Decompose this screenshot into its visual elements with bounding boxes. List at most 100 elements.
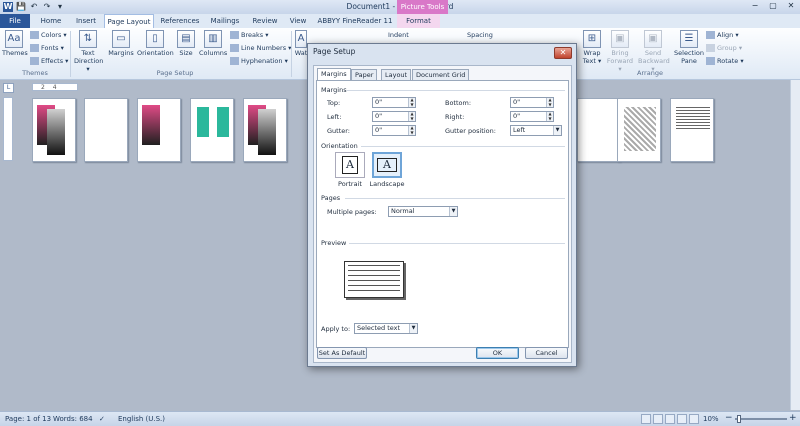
tab-file[interactable]: File: [0, 14, 30, 28]
right-margin-input[interactable]: 0" ▲ ▼: [510, 111, 554, 122]
spin-arrows-icon[interactable]: ▲ ▼: [408, 111, 415, 121]
tab-selector[interactable]: L: [3, 83, 14, 93]
landscape-option[interactable]: A: [372, 152, 402, 178]
fonts-icon: [30, 44, 39, 52]
page-setup-group-label: Page Setup: [156, 69, 194, 77]
gutter-input[interactable]: 0" ▲ ▼: [372, 125, 416, 136]
cancel-button[interactable]: Cancel: [525, 347, 568, 359]
zoom-level[interactable]: 10%: [703, 415, 719, 423]
spin-arrows-icon[interactable]: ▲ ▼: [546, 97, 553, 107]
page-thumbnail[interactable]: [577, 98, 621, 162]
zoom-slider[interactable]: [735, 418, 787, 420]
page-thumbnail[interactable]: [137, 98, 181, 162]
bring-forward-button[interactable]: ▣ Bring Forward ▾: [606, 30, 634, 73]
picture-tools-context-title: Picture Tools: [397, 0, 448, 14]
vertical-scrollbar[interactable]: [790, 80, 800, 410]
apply-to-select[interactable]: Selected text ▼: [354, 323, 418, 334]
page-thumbnail[interactable]: [84, 98, 128, 162]
page-thumbnail[interactable]: [670, 98, 714, 162]
ok-button[interactable]: OK: [476, 347, 519, 359]
breaks-button[interactable]: Breaks ▾: [230, 31, 268, 39]
status-bar: Page: 1 of 13 Words: 684 ✓ English (U.S.…: [0, 411, 800, 426]
wrap-text-button[interactable]: ⊞ Wrap Text ▾: [581, 30, 603, 65]
themes-group-label: Themes: [22, 69, 48, 77]
portrait-option[interactable]: A: [335, 152, 365, 178]
page-thumbnail[interactable]: [32, 98, 76, 162]
margins-button[interactable]: ▭ Margins: [107, 30, 135, 57]
spin-arrows-icon[interactable]: ▲ ▼: [546, 111, 553, 121]
multiple-pages-select[interactable]: Normal ▼: [388, 206, 458, 217]
colors-button[interactable]: Colors ▾: [30, 31, 67, 39]
rotate-button[interactable]: Rotate ▾: [706, 57, 744, 65]
text-direction-icon: ⇅: [79, 30, 97, 48]
separator: [291, 31, 292, 77]
tab-mailings[interactable]: Mailings: [206, 14, 244, 28]
themes-button[interactable]: Aa Themes: [2, 30, 28, 57]
gutter-position-select[interactable]: Left ▼: [510, 125, 562, 136]
effects-icon: [30, 57, 39, 65]
text-direction-button[interactable]: ⇅ Text Direction ▾: [74, 30, 103, 73]
margins-tab-panel: Margins Top: 0" ▲ ▼ Bottom: 0" ▲ ▼ Left: 0" ▲…: [316, 80, 569, 348]
orientation-button[interactable]: ▯ Orientation: [137, 30, 174, 57]
page-thumbnail[interactable]: [617, 98, 661, 162]
proofing-icon[interactable]: ✓: [99, 415, 105, 423]
margins-icon: ▭: [112, 30, 130, 48]
close-button[interactable]: ✕: [782, 0, 800, 12]
outline-view-icon[interactable]: [677, 414, 687, 424]
zoom-slider-thumb[interactable]: [737, 415, 741, 423]
ribbon-tabs: File Home Insert Page Layout References …: [0, 14, 800, 28]
web-layout-icon[interactable]: [665, 414, 675, 424]
tab-home[interactable]: Home: [36, 14, 66, 28]
left-margin-input[interactable]: 0" ▲ ▼: [372, 111, 416, 122]
tab-page-layout[interactable]: Page Layout: [104, 14, 154, 28]
line-numbers-button[interactable]: Line Numbers ▾: [230, 44, 291, 52]
selection-pane-button[interactable]: ☰ Selection Pane: [673, 30, 705, 65]
hyphenation-button[interactable]: Hyphenation ▾: [230, 57, 288, 65]
dialog-close-button[interactable]: ✕: [554, 47, 572, 59]
title-bar: W 💾 ↶ ↷ ▾ Document1 - Microsoft Word Pic…: [0, 0, 800, 14]
vertical-ruler[interactable]: [3, 97, 13, 161]
size-button[interactable]: ▤ Size: [175, 30, 197, 57]
rotate-icon: [706, 57, 715, 65]
print-layout-view-icon[interactable]: [641, 414, 651, 424]
group-button[interactable]: Group ▾: [706, 44, 742, 52]
set-as-default-button[interactable]: Set As Default: [317, 347, 367, 359]
zoom-out-icon[interactable]: −: [725, 413, 733, 423]
tab-insert[interactable]: Insert: [70, 14, 102, 28]
landscape-label: Landscape: [369, 180, 405, 188]
tab-paper[interactable]: Paper: [351, 69, 378, 80]
tab-layout[interactable]: Layout: [381, 69, 412, 80]
bottom-margin-input[interactable]: 0" ▲ ▼: [510, 97, 554, 108]
multiple-pages-label: Multiple pages:: [327, 208, 377, 216]
draft-view-icon[interactable]: [689, 414, 699, 424]
spin-arrows-icon[interactable]: ▲ ▼: [408, 125, 415, 135]
page-count[interactable]: Page: 1 of 13: [5, 415, 51, 423]
language[interactable]: English (U.S.): [118, 415, 165, 423]
tab-document-grid[interactable]: Document Grid: [412, 69, 470, 80]
zoom-in-icon[interactable]: +: [789, 413, 797, 423]
page-thumbnail[interactable]: [190, 98, 234, 162]
tab-view[interactable]: View: [284, 14, 312, 28]
tab-format[interactable]: Format: [397, 14, 440, 28]
word-count[interactable]: Words: 684: [53, 415, 93, 423]
tab-review[interactable]: Review: [248, 14, 282, 28]
columns-button[interactable]: ▥ Columns: [199, 30, 227, 57]
section-divider: [345, 198, 565, 199]
chevron-down-icon: ▼: [553, 126, 561, 135]
effects-button[interactable]: Effects ▾: [30, 57, 68, 65]
send-backward-button[interactable]: ▣ Send Backward ▾: [638, 30, 670, 73]
spin-arrows-icon[interactable]: ▲ ▼: [408, 97, 415, 107]
horizontal-ruler[interactable]: 2 4: [32, 83, 78, 91]
minimize-button[interactable]: −: [746, 0, 764, 12]
maximize-button[interactable]: ▢: [764, 0, 782, 12]
themes-icon: Aa: [5, 30, 23, 48]
fonts-button[interactable]: Fonts ▾: [30, 44, 64, 52]
align-button[interactable]: Align ▾: [706, 31, 739, 39]
top-margin-input[interactable]: 0" ▲ ▼: [372, 97, 416, 108]
full-screen-reading-icon[interactable]: [653, 414, 663, 424]
tab-references[interactable]: References: [158, 14, 202, 28]
watermark-button[interactable]: A Wat: [294, 30, 308, 57]
page-thumbnail[interactable]: [243, 98, 287, 162]
size-icon: ▤: [177, 30, 195, 48]
tab-abbyy[interactable]: ABBYY FineReader 11: [316, 14, 394, 28]
